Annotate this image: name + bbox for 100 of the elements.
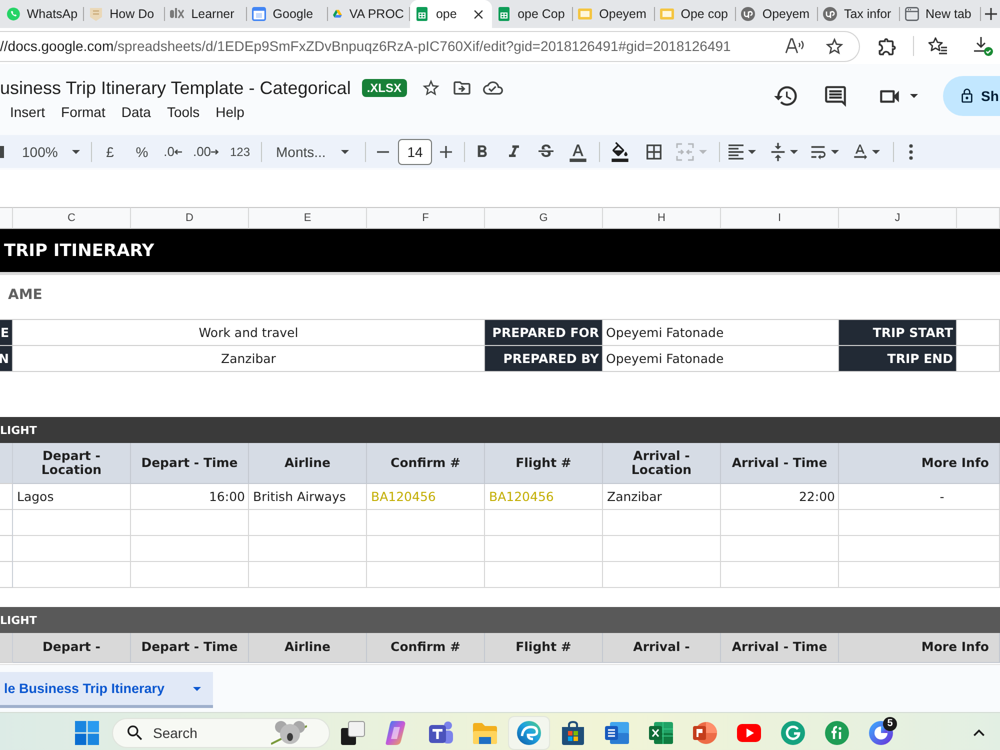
banner-icon [88,7,103,21]
column-header[interactable]: E [249,207,367,229]
section-title: AME [8,287,42,303]
browser-tab[interactable]: Google [246,0,328,28]
menu-item[interactable]: Tools [158,102,208,122]
vertical-bar-icon[interactable] [0,146,4,158]
increase-decimals-button[interactable]: .00 [191,138,221,164]
arrow-right-icon [211,148,220,154]
start-button[interactable] [75,720,99,744]
browser-tab[interactable]: Ope cop [654,0,736,28]
slides-icon [578,7,592,21]
browser-tab[interactable]: How Do [84,0,166,28]
empty-cell [0,443,13,484]
font-size-field[interactable]: 14 [398,138,432,164]
menu-item[interactable]: Help [208,102,252,122]
caret-icon [831,150,839,154]
browser-tab[interactable]: New tab [900,0,982,28]
document-title[interactable]: usiness Trip Itinerary Template - Categorical [0,78,351,98]
address-bar[interactable]: //docs.google.com/spreadsheets/d/1EDEp9SmFxZDvBnpuqz6RzA-pIC760Xif/edit?gid=2018126491#gid=2018126491 [0,30,860,62]
browser-tab[interactable]: Opeyem [736,0,818,28]
menu-item[interactable]: Format [53,102,114,122]
cell-text: BA120456 [489,489,554,504]
arrow-left-icon [174,148,182,154]
borders-icon [644,142,664,162]
download-icon[interactable] [973,36,993,56]
table-cell: 16:00 [131,484,249,510]
favorites-icon[interactable] [928,37,948,55]
browser-tab[interactable]: ope Cop [492,0,574,28]
favorite-star-icon[interactable] [824,36,845,56]
currency-format-button[interactable]: £ [96,138,124,164]
column-header[interactable]: F [367,207,485,229]
browser-tab[interactable]: WhatsAp [2,0,84,28]
browser-tab[interactable]: ope [410,0,492,28]
read-aloud-icon[interactable] [785,38,805,54]
field-label: TRIP START [839,320,957,346]
browser-icon [517,720,541,744]
column-header: Flight # [485,443,603,484]
column-header: Arrival - [603,633,721,663]
caret-icon [340,150,349,154]
plus-icon [984,8,997,20]
empty-cell [0,562,13,588]
table-cell: Lagos [13,484,131,510]
column-header: Arrival - Location [603,443,721,484]
caret-icon [193,686,201,690]
file-type-badge: .XLSX [362,79,407,97]
section-heading: LIGHT [0,417,1000,443]
title-banner: TRIP ITINERARY [0,229,1000,272]
column-header: Depart - [13,633,131,663]
url-text: //docs.google.com/spreadsheets/d/1EDEp9SmFxZDvBnpuqz6RzA-pIC760Xif/edit?gid=2018126491#gid=2018126491 [0,38,731,54]
taskbar-button[interactable]: 5 [861,716,901,748]
column-header: Depart - Time [131,633,249,663]
column-header[interactable]: D [131,207,249,229]
search-bar[interactable]: Search [112,718,330,748]
align-left-icon [726,142,746,162]
column-header: Flight # [485,633,603,663]
browser-tab[interactable]: Opeyem [573,0,655,28]
column-header[interactable]: I [721,207,839,229]
field-label: TRIP END [839,346,957,372]
share-button[interactable]: Sh [943,76,1000,116]
zoom-select[interactable]: 100% [18,138,84,164]
caret-icon [872,150,880,154]
column-header[interactable]: G [485,207,603,229]
text-color-icon [568,142,588,162]
column-header: Arrival - Time [721,443,839,484]
spreadsheet-app-icon [649,720,673,744]
star-icon[interactable] [420,78,441,98]
field-label: N [0,346,13,372]
field-value: Zanzibar [13,346,485,372]
percent-format-button[interactable]: % [128,138,156,164]
column-header: Confirm # [367,633,485,663]
comment-icon[interactable] [823,84,848,108]
table-cell: 22:00 [721,484,839,510]
phone-icon [7,7,20,21]
column-header: Depart - Time [131,443,249,484]
menu-item[interactable]: Data [113,102,159,122]
browser-tab[interactable]: Tax infor [818,0,900,28]
font-select[interactable]: Monts... [267,138,357,164]
menu-item[interactable]: Insert [2,102,54,122]
koala-icon [271,720,307,746]
empty-cell [0,536,13,562]
column-header[interactable]: H [603,207,721,229]
notification-badge: 5 [883,716,897,730]
field-label: PREPARED BY [485,346,603,372]
browser-tab[interactable]: VA PROC [328,0,410,28]
caret-icon [699,150,707,154]
extensions-icon[interactable] [877,36,898,56]
column-header: Airline [249,443,367,484]
browser-tab[interactable]: Learner [165,0,247,28]
sheet-tab[interactable]: le Business Trip Itinerary [0,672,213,708]
decrease-decimals-button[interactable]: .0 [159,138,187,164]
circle-logo-icon [741,7,756,21]
search-input[interactable]: Search [153,724,263,740]
number-format-button[interactable]: 123 [226,138,254,164]
circle-app-icon [781,720,805,744]
circle-app-icon [825,720,849,744]
folder-icon [473,720,497,744]
column-header[interactable]: C [13,207,131,229]
caret-icon [748,150,756,154]
column-header[interactable]: J [839,207,957,229]
column-header: Confirm # [367,443,485,484]
